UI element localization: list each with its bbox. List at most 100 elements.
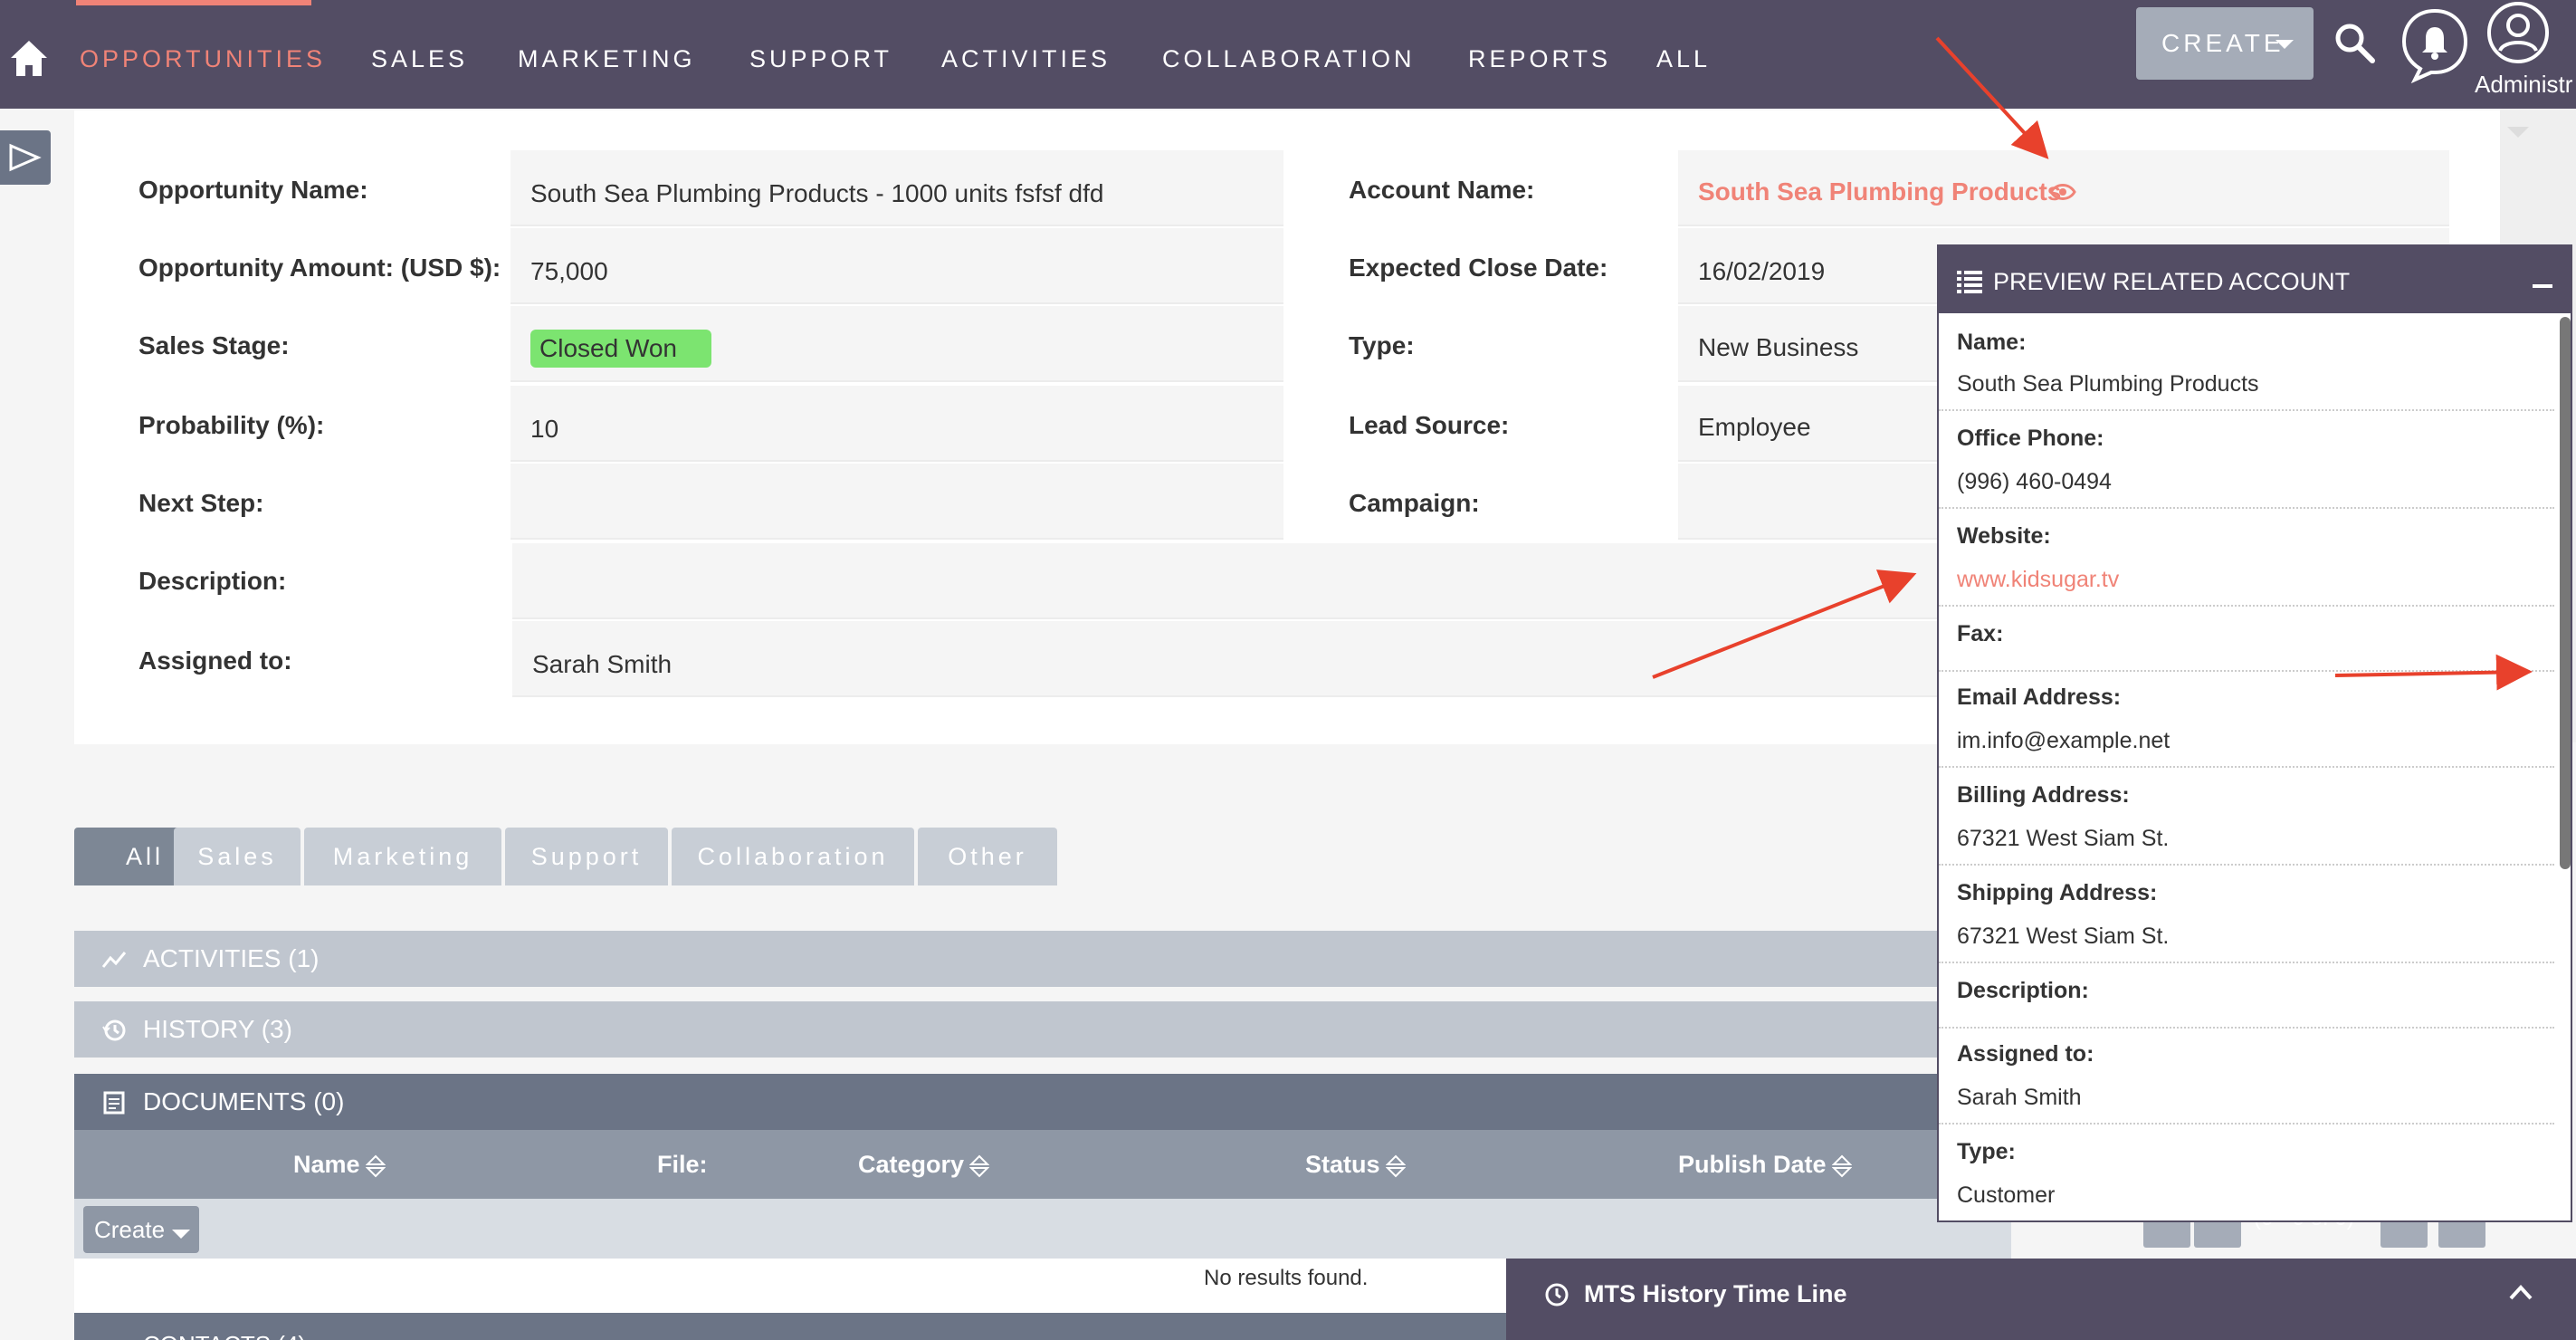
notification-bell-icon[interactable] bbox=[2400, 5, 2469, 83]
sort-icon bbox=[1385, 1154, 1406, 1178]
history-timeline-bar[interactable]: MTS History Time Line bbox=[1506, 1259, 2576, 1340]
preview-fax-label: Fax: bbox=[1957, 621, 2004, 646]
preview-scrollbar[interactable] bbox=[2560, 317, 2571, 869]
sort-icon bbox=[969, 1154, 990, 1178]
history-subpanel-title: HISTORY (3) bbox=[143, 1015, 292, 1043]
document-icon bbox=[103, 1091, 125, 1115]
activities-subpanel-header[interactable]: ACTIVITIES (1) bbox=[74, 931, 2011, 987]
preview-billing-label: Billing Address: bbox=[1957, 782, 2130, 808]
campaign-label: Campaign: bbox=[1349, 489, 1480, 517]
separator bbox=[1939, 670, 2554, 672]
column-status-label: Status bbox=[1305, 1151, 1380, 1178]
documents-subpanel-header[interactable]: DOCUMENTS (0) bbox=[74, 1074, 2011, 1130]
probability-field[interactable] bbox=[510, 386, 1283, 462]
subtab-sales[interactable]: Sales bbox=[174, 828, 301, 885]
documents-create-label: Create bbox=[94, 1216, 166, 1243]
history-subpanel-header[interactable]: HISTORY (3) bbox=[74, 1001, 2011, 1058]
column-status[interactable]: Status bbox=[1305, 1130, 1406, 1199]
separator bbox=[1939, 766, 2554, 768]
subtab-support[interactable]: Support bbox=[505, 828, 668, 885]
type-label: Type: bbox=[1349, 331, 1415, 359]
description-field[interactable] bbox=[512, 543, 1942, 619]
preview-name-label: Name: bbox=[1957, 330, 2027, 355]
opportunity-name-value: South Sea Plumbing Products - 1000 units… bbox=[530, 179, 1104, 207]
search-icon[interactable] bbox=[2333, 22, 2375, 63]
preview-website-label: Website: bbox=[1957, 523, 2051, 549]
contacts-subpanel-title: CONTACTS (4) bbox=[143, 1331, 306, 1340]
chevron-up-icon[interactable] bbox=[2509, 1284, 2533, 1300]
probability-value: 10 bbox=[530, 415, 559, 443]
activity-chart-icon bbox=[101, 952, 127, 968]
amount-label: Opportunity Amount: (USD $): bbox=[138, 254, 501, 282]
account-name-link[interactable]: South Sea Plumbing Products bbox=[1698, 177, 2061, 206]
caret-down-icon bbox=[172, 1230, 190, 1239]
create-button[interactable]: CREATE bbox=[2136, 7, 2314, 80]
subtab-collaboration[interactable]: Collaboration bbox=[672, 828, 914, 885]
preview-description-label: Description: bbox=[1957, 978, 2089, 1003]
documents-create-button[interactable]: Create bbox=[83, 1206, 199, 1253]
close-date-value: 16/02/2019 bbox=[1698, 257, 1826, 285]
column-publish-date-label: Publish Date bbox=[1678, 1151, 1827, 1178]
description-label: Description: bbox=[138, 567, 287, 595]
account-name-label: Account Name: bbox=[1349, 176, 1535, 204]
preview-type-value: Customer bbox=[1957, 1182, 2056, 1208]
preview-header: PREVIEW RELATED ACCOUNT bbox=[1939, 246, 2571, 313]
column-name[interactable]: Name bbox=[293, 1130, 386, 1199]
assigned-to-field[interactable] bbox=[512, 621, 1942, 697]
lead-source-value: Employee bbox=[1698, 413, 1811, 441]
user-name-label[interactable]: Administr bbox=[2475, 71, 2572, 99]
column-publish-date[interactable]: Publish Date bbox=[1678, 1130, 1852, 1199]
preview-shipping-value: 67321 West Siam St. bbox=[1957, 924, 2170, 949]
caret-down-icon bbox=[2507, 127, 2529, 138]
column-file: File: bbox=[657, 1151, 708, 1178]
documents-toolbar bbox=[74, 1199, 2011, 1259]
separator bbox=[1939, 605, 2554, 607]
sales-stage-label: Sales Stage: bbox=[138, 331, 290, 359]
no-results-message: No results found. bbox=[1204, 1266, 1369, 1290]
nav-marketing[interactable]: MARKETING bbox=[518, 0, 696, 109]
preview-shipping-label: Shipping Address: bbox=[1957, 880, 2158, 905]
opportunity-name-label: Opportunity Name: bbox=[138, 176, 368, 204]
separator bbox=[1939, 507, 2554, 509]
nav-sales[interactable]: SALES bbox=[371, 0, 468, 109]
separator bbox=[1939, 1123, 2554, 1125]
preview-name-value: South Sea Plumbing Products bbox=[1957, 371, 2259, 397]
column-category-label: Category bbox=[858, 1151, 965, 1178]
nav-opportunities[interactable]: OPPORTUNITIES bbox=[80, 0, 326, 109]
clock-icon bbox=[1545, 1283, 1569, 1306]
home-icon[interactable] bbox=[9, 38, 49, 78]
assigned-to-value: Sarah Smith bbox=[532, 650, 673, 678]
documents-subpanel-title: DOCUMENTS (0) bbox=[143, 1087, 345, 1115]
sidebar-toggle-button[interactable] bbox=[0, 130, 51, 185]
user-avatar-icon[interactable] bbox=[2485, 0, 2551, 65]
preview-phone-label: Office Phone: bbox=[1957, 426, 2104, 451]
minimize-icon[interactable] bbox=[2533, 284, 2552, 288]
next-step-field[interactable] bbox=[510, 464, 1283, 540]
amount-value: 75,000 bbox=[530, 257, 608, 285]
nav-reports[interactable]: REPORTS bbox=[1468, 0, 1611, 109]
subtab-other[interactable]: Other bbox=[918, 828, 1057, 885]
preview-title: PREVIEW RELATED ACCOUNT bbox=[1993, 268, 2351, 295]
subtab-marketing[interactable]: Marketing bbox=[304, 828, 501, 885]
close-date-label: Expected Close Date: bbox=[1349, 254, 1608, 282]
nav-activities[interactable]: ACTIVITIES bbox=[941, 0, 1111, 109]
sort-icon bbox=[1831, 1154, 1852, 1178]
amount-field[interactable] bbox=[510, 228, 1283, 304]
preview-phone-value: (996) 460-0494 bbox=[1957, 469, 2112, 494]
column-category[interactable]: Category bbox=[858, 1130, 990, 1199]
preview-website-link[interactable]: www.kidsugar.tv bbox=[1957, 567, 2119, 593]
top-navigation-bar: OPPORTUNITIES SALES MARKETING SUPPORT AC… bbox=[0, 0, 2576, 109]
list-icon bbox=[1957, 271, 1982, 293]
preview-email-label: Email Address: bbox=[1957, 684, 2122, 710]
nav-all[interactable]: ALL bbox=[1656, 0, 1711, 109]
type-value: New Business bbox=[1698, 333, 1859, 361]
nav-support[interactable]: SUPPORT bbox=[749, 0, 892, 109]
eye-icon[interactable] bbox=[2049, 181, 2076, 203]
caret-down-icon bbox=[2275, 40, 2294, 49]
preview-type-label: Type: bbox=[1957, 1139, 2016, 1164]
history-clock-icon bbox=[102, 1019, 126, 1041]
preview-related-account-popup: PREVIEW RELATED ACCOUNT Name: South Sea … bbox=[1937, 244, 2572, 1222]
play-icon bbox=[9, 143, 42, 172]
timeline-label: MTS History Time Line bbox=[1584, 1280, 1847, 1307]
nav-collaboration[interactable]: COLLABORATION bbox=[1162, 0, 1416, 109]
